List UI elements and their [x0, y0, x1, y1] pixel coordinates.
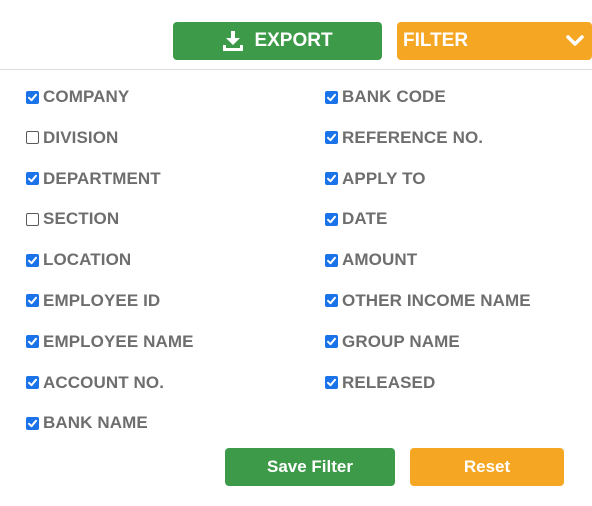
filter-option[interactable]: COMPANY — [26, 86, 194, 108]
checkmark-icon — [327, 256, 336, 264]
checkmark-icon — [28, 297, 37, 305]
filter-checkbox[interactable] — [325, 172, 338, 186]
checkmark-icon — [28, 338, 37, 346]
filter-option[interactable]: REFERENCE NO. — [325, 127, 531, 149]
checkmark-icon — [327, 215, 336, 224]
filter-option-label: OTHER INCOME NAME — [342, 290, 531, 310]
export-button[interactable]: EXPORT — [173, 22, 382, 60]
filter-checkbox[interactable] — [26, 212, 39, 226]
checkmark-icon — [327, 134, 336, 142]
filter-checkbox[interactable] — [325, 90, 338, 104]
filter-option-label: COMPANY — [43, 87, 130, 106]
checkmark-icon — [28, 378, 37, 387]
filter-checkbox[interactable] — [26, 416, 39, 430]
filter-option[interactable]: BANK CODE — [325, 86, 531, 108]
checkmark-icon — [327, 338, 336, 346]
filter-option[interactable]: ACCOUNT NO. — [26, 372, 194, 394]
filter-option[interactable]: GROUP NAME — [325, 331, 531, 353]
filter-checkbox[interactable] — [26, 335, 39, 349]
filter-option[interactable]: DATE — [325, 208, 531, 230]
filter-option-label: DIVISION — [43, 127, 119, 147]
filter-option[interactable]: SECTION — [26, 208, 194, 230]
filter-checkbox[interactable] — [26, 90, 39, 104]
filter-option[interactable]: LOCATION — [26, 249, 194, 271]
filter-option[interactable]: AMOUNT — [325, 249, 531, 271]
filter-option-label: RELEASED — [342, 372, 436, 392]
filter-option[interactable]: OTHER INCOME NAME — [325, 290, 531, 312]
filter-option-label: GROUP NAME — [342, 331, 460, 351]
checkmark-icon — [28, 419, 37, 428]
filter-option-label: EMPLOYEE ID — [43, 290, 161, 310]
filter-option-label: DATE — [342, 209, 388, 229]
filter-checkbox[interactable] — [325, 253, 338, 267]
checkmark-icon — [327, 378, 336, 387]
filter-option[interactable]: APPLY TO — [325, 168, 531, 190]
checkmark-icon — [327, 93, 336, 101]
filter-checkbox[interactable] — [325, 131, 338, 145]
filter-option[interactable]: RELEASED — [325, 372, 531, 394]
filter-option-label: DEPARTMENT — [43, 168, 161, 188]
filter-checkbox[interactable] — [26, 376, 39, 390]
filter-option[interactable]: EMPLOYEE ID — [26, 290, 194, 312]
filter-checkbox[interactable] — [26, 253, 39, 267]
filter-checkbox[interactable] — [325, 294, 338, 308]
filter-option-label: BANK CODE — [342, 87, 446, 106]
filter-option-label: LOCATION — [43, 250, 132, 270]
filter-checkbox[interactable] — [325, 335, 338, 349]
save-filter-button[interactable]: Save Filter — [225, 448, 395, 486]
filter-option[interactable]: DIVISION — [26, 127, 194, 149]
chevron-down-icon — [566, 35, 584, 47]
checkmark-icon — [327, 297, 336, 305]
filter-option-label: SECTION — [43, 209, 120, 229]
filter-checkbox[interactable] — [325, 376, 338, 390]
checkmark-icon — [28, 256, 37, 264]
checkmark-icon — [28, 93, 37, 101]
filter-option-label: REFERENCE NO. — [342, 127, 484, 147]
filter-option[interactable]: BANK NAME — [26, 412, 194, 434]
filter-dropdown-button[interactable]: FILTER — [397, 22, 592, 60]
filter-option[interactable]: EMPLOYEE NAME — [26, 331, 194, 353]
checkmark-icon — [28, 174, 37, 183]
filter-checkbox[interactable] — [26, 131, 39, 145]
checkmark-icon — [327, 174, 336, 183]
save-filter-label: Save Filter — [267, 457, 353, 476]
filter-option-label: ACCOUNT NO. — [43, 372, 165, 392]
reset-button[interactable]: Reset — [410, 448, 564, 486]
filter-option-label: BANK NAME — [43, 413, 148, 433]
filter-checkbox[interactable] — [26, 294, 39, 308]
filter-option-label: EMPLOYEE NAME — [43, 331, 194, 351]
download-icon — [222, 30, 244, 52]
filter-option-label: AMOUNT — [342, 250, 418, 270]
filter-checkbox[interactable] — [325, 212, 338, 226]
filter-column-left: COMPANY DIVISION DEPARTMENT SECTION LOCATION… — [26, 86, 194, 453]
export-label: EXPORT — [254, 30, 333, 51]
filter-label: FILTER — [403, 30, 469, 51]
filter-option-label: APPLY TO — [342, 168, 426, 188]
header-divider — [0, 69, 592, 70]
filter-option[interactable]: DEPARTMENT — [26, 168, 194, 190]
reset-label: Reset — [463, 457, 511, 476]
filter-column-right: BANK CODE REFERENCE NO. APPLY TO DATE AMOUNT… — [325, 86, 531, 412]
filter-checkbox[interactable] — [26, 172, 39, 186]
